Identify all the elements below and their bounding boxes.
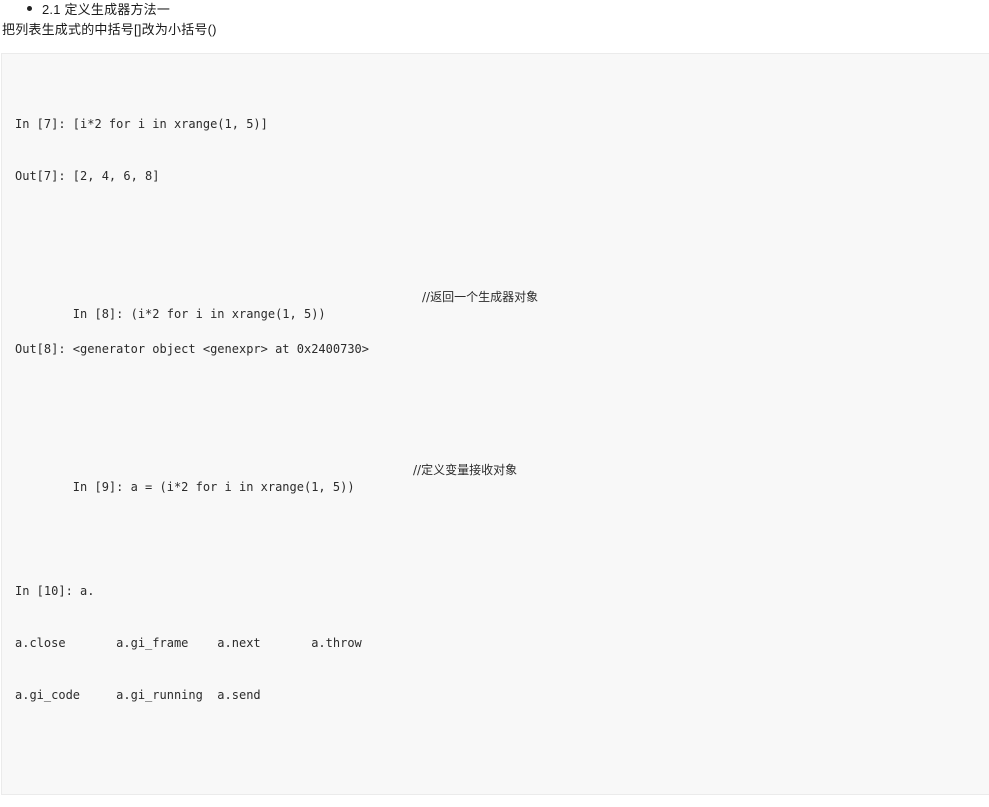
console-line-out8: Out[8]: <generator object <genexpr> at 0… [15,341,370,356]
console-line-in7: In [7]: [i*2 for i in xrange(1, 5)] [15,116,268,131]
bullet-list-item: 2.1 定义生成器方法一 [0,0,989,18]
section-heading-label: 2.1 定义生成器方法一 [42,2,171,17]
console-line-in9: In [9]: a = (i*2 for i in xrange(1, 5)) /… [15,462,989,494]
console-comment-in8: //返回一个生成器对象 [422,289,539,304]
console-line-out7: Out[7]: [2, 4, 6, 8] [15,168,160,183]
console-line-attrs-row2: a.gi_code a.gi_running a.send [15,687,261,702]
section-subtitle-label: 把列表生成式的中括号[]改为小括号() [2,22,217,37]
heading-block: 2.1 定义生成器方法一 把列表生成式的中括号[]改为小括号() [0,0,989,38]
console-line-in10-prompt: In [10]: a. [15,583,95,598]
console-line-in9-code: In [9]: a = (i*2 for i in xrange(1, 5)) [72,480,355,495]
bullet-dot-icon [27,6,32,11]
page-root: 2.1 定义生成器方法一 把列表生成式的中括号[]改为小括号() In [7]:… [0,0,989,807]
console-line-attrs-row1: a.close a.gi_frame a.next a.throw [15,635,362,650]
console-line-in8: In [8]: (i*2 for i in xrange(1, 5)) //返回一… [15,289,989,321]
ipython-console-block: In [7]: [i*2 for i in xrange(1, 5)] Out[… [1,53,989,795]
console-content: In [7]: [i*2 for i in xrange(1, 5)] Out[… [2,54,989,794]
console-comment-in9: //定义变量接收对象 [413,462,518,477]
console-line-in8-code: In [8]: (i*2 for i in xrange(1, 5)) [72,307,326,322]
